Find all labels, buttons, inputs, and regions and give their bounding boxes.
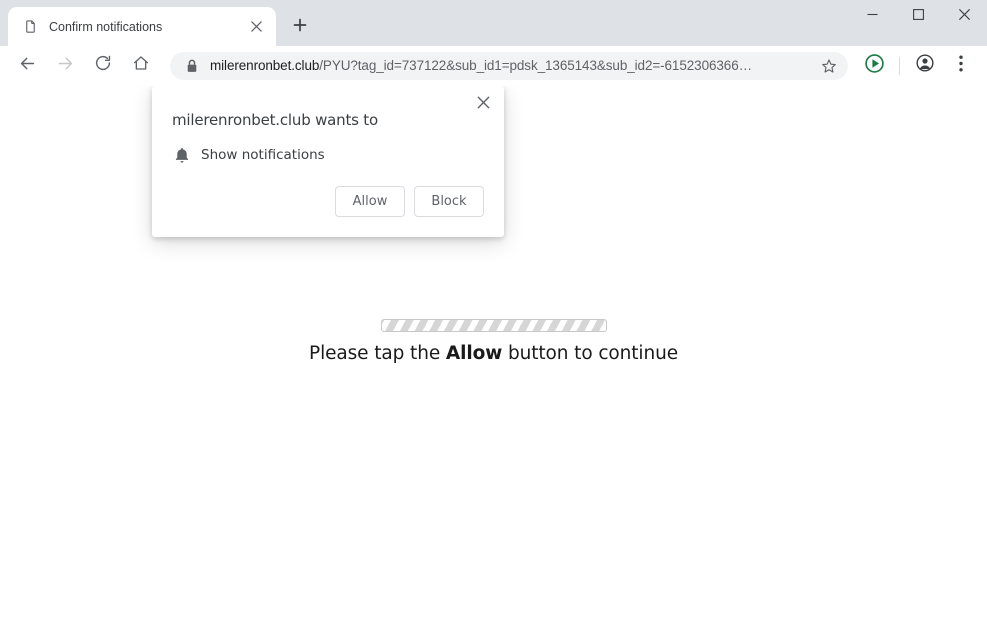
three-dot-menu-icon	[959, 55, 963, 77]
new-tab-button[interactable]	[286, 13, 314, 41]
allow-button[interactable]: Allow	[335, 186, 405, 217]
chrome-menu-button[interactable]	[946, 51, 976, 81]
browser-window: Confirm notifications milerenronbet.club…	[0, 0, 987, 628]
profile-button[interactable]	[910, 51, 940, 81]
instruction-prefix: Please tap the	[309, 343, 446, 364]
page-instruction-text: Please tap the Allow button to continue	[0, 343, 987, 364]
lock-icon[interactable]	[184, 58, 200, 74]
tab-strip: Confirm notifications	[0, 0, 987, 46]
maximize-icon	[912, 7, 924, 25]
close-icon[interactable]	[246, 17, 266, 37]
arrow-right-icon	[56, 54, 75, 78]
home-button[interactable]	[126, 51, 156, 81]
arrow-left-icon	[18, 54, 37, 78]
dialog-actions: Allow Block	[152, 165, 504, 237]
tab-title: Confirm notifications	[49, 19, 163, 34]
notification-permission-dialog: milerenronbet.club wants to Show notific…	[152, 86, 504, 237]
instruction-emphasis: Allow	[445, 343, 503, 364]
toolbar-divider	[899, 56, 900, 75]
bell-icon	[172, 145, 192, 165]
maximize-window-button[interactable]	[895, 0, 941, 32]
home-icon	[132, 54, 150, 77]
close-window-button[interactable]	[941, 0, 987, 32]
page-viewport: Please tap the Allow button to continue …	[0, 86, 987, 628]
url-host: milerenronbet.club	[210, 58, 320, 73]
close-icon	[958, 7, 970, 25]
tab-confirm-notifications[interactable]: Confirm notifications	[8, 7, 276, 46]
bookmark-star-icon[interactable]	[816, 53, 842, 79]
dialog-title: milerenronbet.club wants to	[172, 111, 378, 129]
reload-icon	[94, 54, 112, 77]
block-button[interactable]: Block	[414, 186, 484, 217]
url-text: milerenronbet.club/PYU?tag_id=737122&sub…	[210, 58, 816, 73]
window-controls	[849, 0, 987, 32]
address-bar[interactable]: milerenronbet.club/PYU?tag_id=737122&sub…	[170, 51, 848, 80]
instruction-suffix: button to continue	[502, 343, 678, 364]
permission-row: Show notifications	[152, 129, 504, 165]
url-path: /PYU?tag_id=737122&sub_id1=pdsk_1365143&…	[319, 58, 753, 73]
forward-button	[50, 51, 80, 81]
back-button[interactable]	[12, 51, 42, 81]
loading-progress-bar	[380, 319, 607, 332]
minimize-icon	[867, 7, 878, 25]
minimize-window-button[interactable]	[849, 0, 895, 32]
plus-icon	[293, 18, 307, 37]
permission-label: Show notifications	[201, 147, 325, 163]
account-avatar-icon	[915, 53, 935, 78]
browser-toolbar: milerenronbet.club/PYU?tag_id=737122&sub…	[0, 46, 987, 86]
reload-button[interactable]	[88, 51, 118, 81]
dialog-close-button[interactable]	[470, 92, 496, 118]
play-circle-icon	[864, 53, 885, 79]
close-icon	[477, 96, 490, 114]
extension-play-button[interactable]	[859, 51, 889, 81]
generic-page-icon	[22, 19, 38, 35]
page-content: Please tap the Allow button to continue	[0, 319, 987, 364]
